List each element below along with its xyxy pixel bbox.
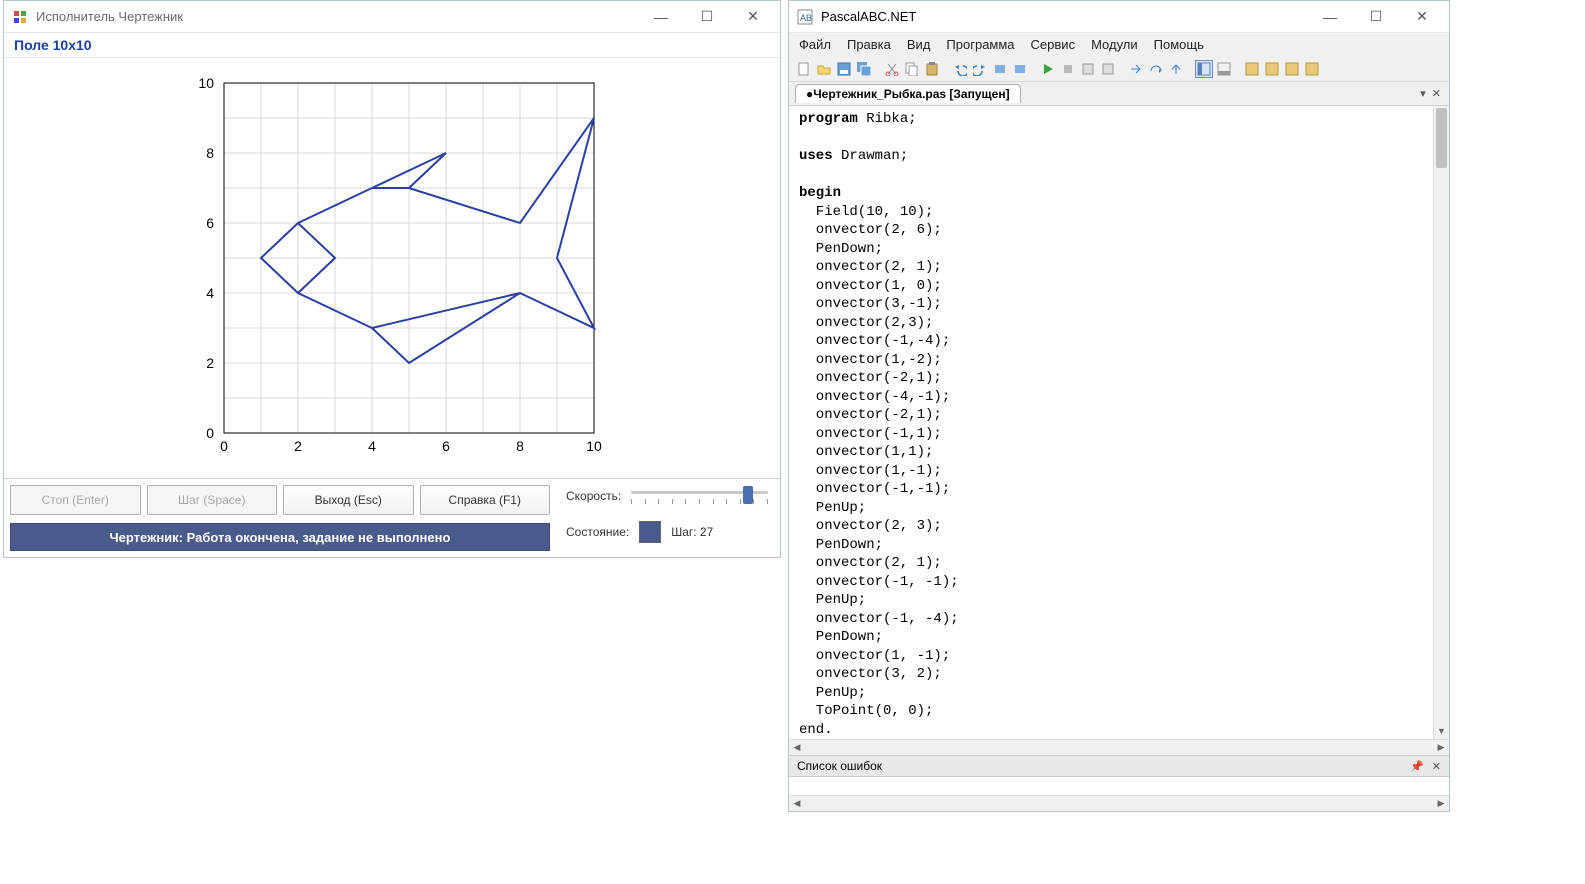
step-counter: Шаг: 27 — [671, 525, 713, 539]
help-button[interactable]: Справка (F1) — [420, 485, 551, 515]
ide-title: PascalABC.NET — [821, 9, 916, 24]
speed-label: Скорость: — [566, 489, 621, 503]
speed-slider[interactable] — [631, 485, 768, 507]
pascalabc-window: AB PascalABC.NET — ☐ ✕ Файл Правка Вид П… — [788, 0, 1450, 812]
vertical-scrollbar[interactable]: ▲ ▼ — [1433, 106, 1449, 739]
save-icon[interactable] — [835, 60, 853, 78]
ide-close-button[interactable]: ✕ — [1399, 2, 1445, 32]
menu-bar: Файл Правка Вид Программа Сервис Модули … — [789, 33, 1449, 56]
step-out-icon[interactable] — [1167, 60, 1185, 78]
errors-panel-header[interactable]: Список ошибок 📌 ✕ — [789, 755, 1449, 777]
code-text[interactable]: program Ribka; uses Drawman; begin Field… — [789, 106, 1449, 739]
menu-view[interactable]: Вид — [907, 37, 931, 52]
menu-file[interactable]: Файл — [799, 37, 831, 52]
cut-icon[interactable] — [883, 60, 901, 78]
stop-button[interactable]: Стоп (Enter) — [10, 485, 141, 515]
ide-minimize-button[interactable]: — — [1307, 2, 1353, 32]
errors-panel-body — [789, 777, 1449, 795]
svg-text:4: 4 — [368, 438, 376, 454]
tab-dropdown-icon[interactable]: ▾ — [1420, 87, 1426, 100]
svg-text:0: 0 — [206, 425, 214, 441]
status-message: Чертежник: Работа окончена, задание не в… — [10, 523, 550, 551]
panel-toggle-1-icon[interactable] — [1195, 60, 1213, 78]
drawman-window: Исполнитель Чертежник — ☐ ✕ Поле 10x10 0… — [3, 0, 781, 558]
window-1-icon[interactable] — [1243, 60, 1261, 78]
state-color-swatch — [639, 521, 661, 543]
close-button[interactable]: ✕ — [730, 2, 776, 32]
ide-app-icon: AB — [797, 9, 813, 25]
svg-text:6: 6 — [206, 215, 214, 231]
build-icon[interactable] — [1099, 60, 1117, 78]
svg-text:8: 8 — [206, 145, 214, 161]
run-icon[interactable] — [1039, 60, 1057, 78]
code-editor[interactable]: program Ribka; uses Drawman; begin Field… — [789, 106, 1449, 739]
horizontal-scrollbar[interactable]: ◀ ▶ — [789, 739, 1449, 755]
undo-icon[interactable] — [951, 60, 969, 78]
toolbar — [789, 56, 1449, 82]
panel-toggle-2-icon[interactable] — [1215, 60, 1233, 78]
maximize-button[interactable]: ☐ — [684, 2, 730, 32]
svg-text:6: 6 — [442, 438, 450, 454]
errors-title: Список ошибок — [797, 759, 882, 773]
new-file-icon[interactable] — [795, 60, 813, 78]
copy-icon[interactable] — [903, 60, 921, 78]
tab-bar: ●Чертежник_Рыбка.pas [Запущен] ▾ ✕ — [789, 82, 1449, 106]
step-over-icon[interactable] — [1147, 60, 1165, 78]
save-all-icon[interactable] — [855, 60, 873, 78]
open-file-icon[interactable] — [815, 60, 833, 78]
menu-help[interactable]: Помощь — [1154, 37, 1204, 52]
window-3-icon[interactable] — [1283, 60, 1301, 78]
state-label: Состояние: — [566, 525, 629, 539]
scroll-thumb[interactable] — [1436, 108, 1447, 168]
stop-icon[interactable] — [1059, 60, 1077, 78]
app-icon — [12, 9, 28, 25]
menu-modules[interactable]: Модули — [1091, 37, 1138, 52]
ide-titlebar[interactable]: AB PascalABC.NET — ☐ ✕ — [789, 1, 1449, 33]
window-2-icon[interactable] — [1263, 60, 1281, 78]
svg-text:AB: AB — [800, 13, 812, 23]
menu-program[interactable]: Программа — [946, 37, 1014, 52]
svg-text:10: 10 — [586, 438, 602, 454]
menu-edit[interactable]: Правка — [847, 37, 891, 52]
menu-service[interactable]: Сервис — [1031, 37, 1076, 52]
pin-icon[interactable]: 📌 — [1410, 760, 1424, 773]
control-panel: Стоп (Enter) Шаг (Space) Выход (Esc) Спр… — [4, 478, 780, 557]
step-button[interactable]: Шаг (Space) — [147, 485, 278, 515]
tab-close-icon[interactable]: ✕ — [1432, 87, 1441, 100]
nav-back-icon[interactable] — [991, 60, 1009, 78]
scroll-right-icon[interactable]: ▶ — [1433, 740, 1449, 755]
exit-button[interactable]: Выход (Esc) — [283, 485, 414, 515]
file-tab[interactable]: ●Чертежник_Рыбка.pas [Запущен] — [795, 84, 1021, 103]
svg-text:2: 2 — [206, 355, 214, 371]
errors-scroll-right-icon[interactable]: ▶ — [1433, 796, 1449, 811]
field-size-label: Поле 10x10 — [4, 33, 780, 58]
svg-text:2: 2 — [294, 438, 302, 454]
errors-scroll-left-icon[interactable]: ◀ — [789, 796, 805, 811]
svg-text:0: 0 — [220, 438, 228, 454]
errors-close-icon[interactable]: ✕ — [1432, 760, 1441, 773]
step-into-icon[interactable] — [1127, 60, 1145, 78]
paste-icon[interactable] — [923, 60, 941, 78]
titlebar[interactable]: Исполнитель Чертежник — ☐ ✕ — [4, 1, 780, 33]
svg-text:8: 8 — [516, 438, 524, 454]
redo-icon[interactable] — [971, 60, 989, 78]
nav-fwd-icon[interactable] — [1011, 60, 1029, 78]
scroll-left-icon[interactable]: ◀ — [789, 740, 805, 755]
ide-maximize-button[interactable]: ☐ — [1353, 2, 1399, 32]
grid-plot: 0 2 4 6 8 10 0 2 4 6 8 10 — [184, 73, 604, 473]
compile-icon[interactable] — [1079, 60, 1097, 78]
window-4-icon[interactable] — [1303, 60, 1321, 78]
svg-text:4: 4 — [206, 285, 214, 301]
window-title: Исполнитель Чертежник — [36, 9, 183, 24]
drawing-canvas: 0 2 4 6 8 10 0 2 4 6 8 10 — [4, 58, 780, 478]
errors-horizontal-scrollbar[interactable]: ◀ ▶ — [789, 795, 1449, 811]
minimize-button[interactable]: — — [638, 2, 684, 32]
svg-text:10: 10 — [198, 75, 214, 91]
scroll-down-icon[interactable]: ▼ — [1434, 723, 1449, 739]
